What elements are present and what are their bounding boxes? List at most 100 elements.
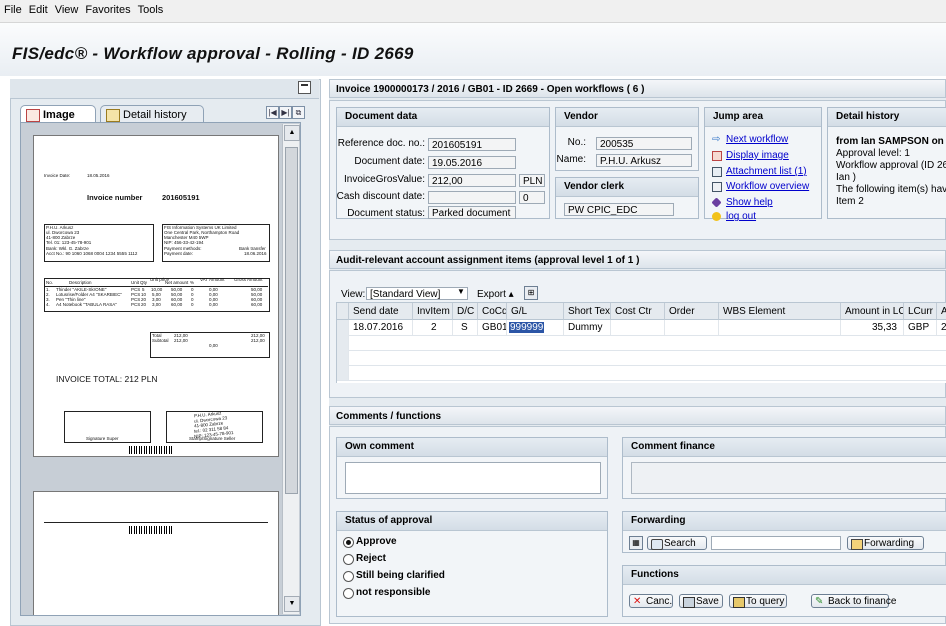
col-dc[interactable]: D/C [453,303,478,320]
show-help-link[interactable]: Show help [711,197,773,208]
vendor-clerk-title: Vendor clerk [556,178,698,197]
forwarding-button[interactable]: Forwarding [847,536,924,550]
menu-edit[interactable]: Edit [25,0,51,16]
display-image-link[interactable]: Display image [712,150,789,161]
gross-field: 212,00 [428,174,516,187]
vendor-line: Acct No.: 90 1060 1068 0004 1234 5555 11… [46,251,138,256]
grid-icon[interactable]: ▦ [629,536,643,550]
col-order[interactable]: Order [665,303,719,320]
zoom-icon[interactable]: ⧉ [292,106,305,119]
comments-section: Own comment Comment finance Status of ap… [329,426,946,624]
search-label: Search [664,538,696,549]
col-invitem[interactable]: InvItem [413,303,453,320]
cancel-button[interactable]: ✕ Canc. [629,594,673,608]
col-lcurr[interactable]: LCurr [904,303,937,320]
viewer-scrollbar[interactable]: ▲ ▼ [282,124,300,614]
attachment-list-link[interactable]: Attachment list (1) [712,166,807,177]
row-selector[interactable] [337,335,349,350]
cell-cost-ctr [611,320,665,335]
cancel-label: Canc. [646,596,673,607]
row-selector[interactable] [337,350,349,365]
approve-radio[interactable] [343,537,354,548]
scroll-thumb[interactable] [285,147,298,494]
status-of-approval-group: Status of approval Approve Reject Still … [336,511,608,617]
link-label: Next workflow [726,134,789,145]
page2-line [44,522,268,523]
link-label: Workflow overview [726,181,810,192]
scroll-up-icon[interactable]: ▲ [284,125,300,141]
first-page-icon[interactable]: |◀ [266,106,279,119]
vendor-line: Tel. 01: 123-45-78-901 [46,240,92,245]
log-out-link[interactable]: log out [712,211,756,222]
own-comment-textarea[interactable] [345,462,601,494]
link-label: Display image [726,150,789,161]
col-send-date[interactable]: Send date [349,303,413,320]
approve-label: Approve [356,536,397,547]
help-icon [711,197,722,208]
filter-settings-icon[interactable]: ⊞ [524,286,538,300]
clarified-radio[interactable] [343,571,354,582]
forwarding-recipient-input[interactable] [711,536,841,550]
vendor-clerk-field: PW CPIC_EDC [564,203,674,216]
view-label: View: [341,289,366,300]
functions-title: Functions [623,566,946,585]
view-select-value: [Standard View] [370,289,441,300]
forward-icon [851,539,863,550]
functions-group: Functions ✕ Canc. Save To query ✎ Back to … [622,565,946,617]
export-button[interactable]: Export ▴ [477,289,514,300]
workflow-overview-link[interactable]: Workflow overview [712,181,809,192]
row-selector[interactable] [337,365,349,380]
barcode [129,526,173,534]
back-to-finance-button[interactable]: ✎ Back to finance [811,594,896,608]
col-gl[interactable]: G/L [507,303,564,320]
comment-finance-title: Comment finance [623,438,946,457]
minimize-panel-button[interactable] [298,81,311,94]
menu-view[interactable]: View [51,0,82,16]
vendor-no-label: No.: [567,137,586,148]
scroll-down-icon[interactable]: ▼ [284,596,300,612]
last-page-icon[interactable]: ▶| [279,106,292,119]
save-button[interactable]: Save [679,594,723,608]
invoice-image-viewer[interactable]: Invoice Date: 18.05.2016 Invoice number … [20,122,301,616]
view-select[interactable]: [Standard View] [366,287,468,300]
to-query-button[interactable]: To query [729,594,787,608]
reject-radio[interactable] [343,554,354,565]
item-cell: 0 [191,302,194,307]
tab-image-label: Image [43,109,75,121]
menu-file[interactable]: File [0,0,25,16]
col-cost-ctr[interactable]: Cost Ctr [611,303,665,320]
jump-area-group: Jump area ⇨ Next workflow Display image A… [704,107,822,222]
menu-tools[interactable]: Tools [134,0,167,16]
items-header: VAT Amount [200,277,225,282]
image-icon [26,109,40,122]
col-amount[interactable]: Am [937,303,946,320]
table-row[interactable] [337,335,946,351]
next-workflow-link[interactable]: ⇨ Next workflow [712,134,788,145]
row-selector[interactable] [337,320,349,335]
col-wbs-element[interactable]: WBS Element [719,303,841,320]
invoice-date-value: 18.05.2016 [87,173,110,178]
totals-label: Subtotal [152,338,169,343]
document-data-title: Document data [337,108,549,127]
logout-icon [712,212,721,221]
invoice-number-label: Invoice number [87,193,143,202]
row-selector-header[interactable] [337,303,349,320]
table-row[interactable] [337,350,946,366]
col-cocd[interactable]: CoCd [478,303,507,320]
cell-gl[interactable]: 999999 [507,320,564,335]
menu-favorites[interactable]: Favorites [81,0,133,16]
cash-label: Cash discount date: [336,191,425,202]
ref-label: Reference doc. no.: [337,138,425,149]
col-amount-lc[interactable]: Amount in LC [841,303,904,320]
item-cell: 4. [46,302,50,307]
own-comment-title: Own comment [337,438,607,457]
not-responsible-radio[interactable] [343,588,354,599]
image-panel-header [10,79,319,99]
document-data-group: Document data Reference doc. no.: 201605… [336,107,550,219]
link-label: Show help [726,197,773,208]
items-header: Description [69,280,92,285]
chevron-down-icon[interactable]: ▼ [457,287,465,296]
search-button[interactable]: Search [647,536,707,550]
table-row[interactable] [337,365,946,381]
col-short-text[interactable]: Short Text [564,303,611,320]
